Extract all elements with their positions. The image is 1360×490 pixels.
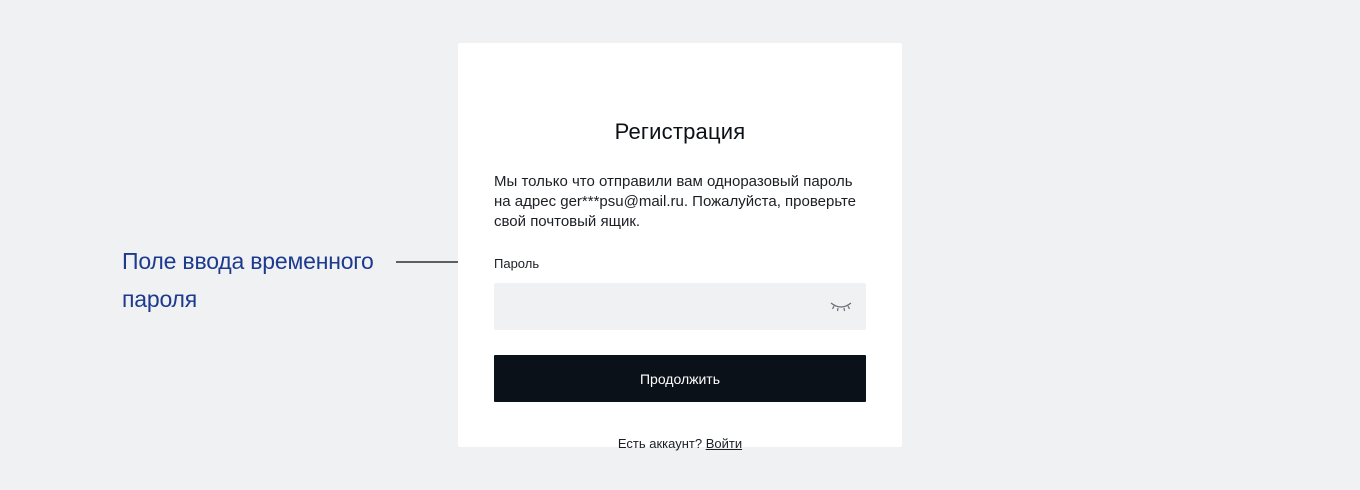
password-field: [494, 283, 866, 330]
registration-card: Регистрация Мы только что отправили вам …: [458, 43, 902, 451]
annotation-label: Поле ввода временного пароля: [122, 248, 374, 312]
password-input[interactable]: [494, 283, 824, 330]
eye-closed-icon[interactable]: [830, 299, 852, 313]
login-prompt-line: Есть аккаунт? Войти: [458, 436, 902, 451]
otp-sent-message: Мы только что отправили вам одноразовый …: [494, 173, 857, 230]
password-field-label: Пароль: [494, 256, 540, 271]
continue-button[interactable]: Продолжить: [494, 355, 866, 402]
login-prompt-text: Есть аккаунт?: [617, 436, 703, 451]
page-title: Регистрация: [614, 119, 746, 144]
login-link[interactable]: Войти: [706, 436, 742, 451]
